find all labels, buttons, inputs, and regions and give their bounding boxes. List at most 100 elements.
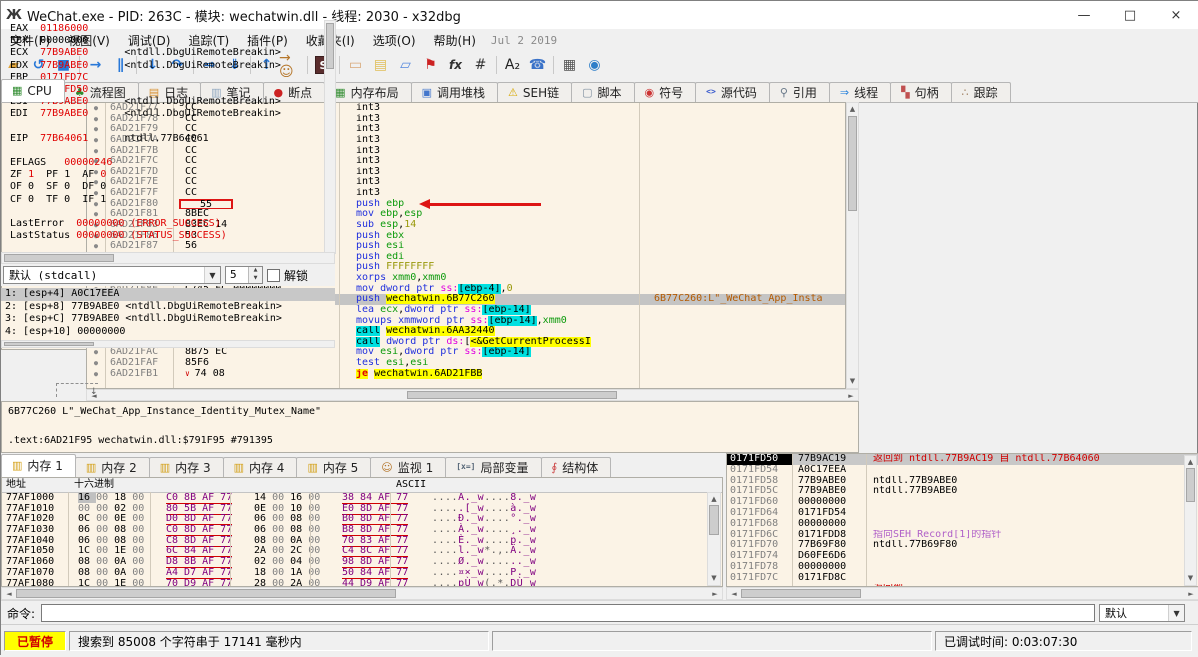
debuggee-notes-button[interactable]: ☎ <box>525 53 550 77</box>
dump-row[interactable]: 77AF1080 1C 00 1E 00 70 D9 AF 77 28 00 2A 0… <box>2 577 722 586</box>
tab-脚本[interactable]: ▢ 脚本 <box>571 82 635 102</box>
tab-内存 3[interactable]: ▥ 内存 3 <box>148 457 224 477</box>
tab-内存布局[interactable]: ▦ 内存布局 <box>324 82 412 102</box>
arguments-hscrollbar[interactable] <box>1 340 335 348</box>
register-row[interactable]: OF 0 SF 0 DF 0 <box>2 181 336 193</box>
scroll-down-icon[interactable]: ▼ <box>708 573 720 584</box>
comment-button[interactable]: ▤ <box>368 53 393 77</box>
scroll-thumb[interactable] <box>407 391 617 399</box>
globe-button[interactable]: ◉ <box>582 53 607 77</box>
command-script-select[interactable]: 默认 ▼ <box>1099 604 1186 622</box>
calculator-button[interactable]: ▦ <box>557 53 582 77</box>
register-row[interactable]: LastStatus 00000000 (STATUS_SUCCESS) <box>2 230 336 242</box>
spin-up-icon[interactable]: ▲ <box>249 267 262 275</box>
scroll-thumb[interactable] <box>4 254 114 262</box>
chevron-down-icon[interactable]: ▼ <box>204 267 220 283</box>
register-row[interactable]: EDI 77B9ABE0 <ntdll.DbgUiRemoteBreakin> <box>2 108 336 120</box>
register-row[interactable]: EFLAGS 00000246 <box>2 157 336 169</box>
tab-引用[interactable]: ⚲ 引用 <box>768 82 830 102</box>
tab-调用堆栈[interactable]: ▣ 调用堆栈 <box>410 82 499 102</box>
scroll-down-icon[interactable]: ▼ <box>1185 573 1196 584</box>
registers-vscrollbar[interactable] <box>324 20 336 254</box>
scroll-up-icon[interactable]: ▲ <box>1185 457 1196 468</box>
tab-结构体[interactable]: ∮ 结构体 <box>540 457 612 477</box>
register-row[interactable]: EDX 77B9ABE0 <ntdll.DbgUiRemoteBreakin> <box>2 60 336 72</box>
dump-hscrollbar[interactable]: ◄ ► <box>1 587 723 600</box>
scroll-thumb[interactable] <box>709 505 719 535</box>
registers-hscrollbar[interactable] <box>1 252 335 264</box>
scroll-right-icon[interactable]: ► <box>845 390 857 400</box>
tab-CPU[interactable]: ▦ CPU <box>1 79 65 102</box>
menu-item-7[interactable]: 选项(O) <box>364 30 425 51</box>
scroll-down-icon[interactable]: ▼ <box>847 376 858 387</box>
spin-down-icon[interactable]: ▼ <box>249 275 262 283</box>
tab-监视 1[interactable]: ☺ 监视 1 <box>370 457 447 477</box>
register-row[interactable]: EIP 77B64061 ntdll.77B64061 <box>2 133 336 145</box>
stack-pane[interactable]: 0171FD50 77B9AC19 返回到 ntdll.77B9AC19 自 ntd… <box>726 453 1198 587</box>
bookmark-button[interactable]: ⚑ <box>418 53 443 77</box>
scroll-thumb[interactable] <box>848 116 857 211</box>
register-row[interactable] <box>2 145 336 157</box>
register-row[interactable]: EAX 01186000 <box>2 23 336 35</box>
scroll-thumb[interactable] <box>16 589 396 598</box>
register-rows[interactable]: EAX 01186000 EBX 00000000 ECX 77B9ABE0 <nt… <box>2 20 336 257</box>
tab-局部变量[interactable]: [x=] 局部变量 <box>445 457 542 477</box>
scroll-left-icon[interactable]: ◄ <box>728 588 740 599</box>
register-row[interactable]: LastError 00000000 (ERROR_SUCCESS) <box>2 218 336 230</box>
scroll-thumb[interactable] <box>1186 468 1195 502</box>
scroll-thumb[interactable] <box>326 23 334 69</box>
scroll-right-icon[interactable]: ► <box>1185 588 1197 599</box>
stack-hscrollbar[interactable]: ◄ ► <box>726 587 1198 600</box>
scroll-up-icon[interactable]: ▲ <box>708 494 720 505</box>
tab-句柄[interactable]: ▚ 句柄 <box>890 82 952 102</box>
chevron-down-icon[interactable]: ▼ <box>1168 605 1185 621</box>
dump-vscrollbar[interactable]: ▲ ▼ <box>707 492 721 586</box>
strings-button[interactable]: A₂ <box>500 53 525 77</box>
scroll-right-icon[interactable]: ► <box>709 588 721 599</box>
scroll-thumb[interactable] <box>4 342 94 346</box>
call-arguments-list[interactable]: 1: [esp+4] A0C17EEA 2: [esp+8] 77B9ABE0 <… <box>1 288 335 340</box>
tab-内存 4[interactable]: ▥ 内存 4 <box>222 457 298 477</box>
label-button[interactable]: ▱ <box>393 53 418 77</box>
register-row[interactable]: EBX 00000000 <box>2 35 336 47</box>
scroll-up-icon[interactable]: ▲ <box>847 104 858 115</box>
register-row[interactable] <box>2 206 336 218</box>
stack-vscrollbar[interactable]: ▲ ▼ <box>1184 455 1197 586</box>
memory-dump-pane[interactable]: 地址 十六进制 ASCII 77AF1000 16 00 18 00 C0 8B A… <box>1 477 723 587</box>
stack-row[interactable]: 0171FD54 A0C17EEA <box>727 464 1198 476</box>
tab-源代码[interactable]: <> 源代码 <box>695 82 770 102</box>
register-row[interactable]: CF 0 TF 0 IF 1 <box>2 194 336 206</box>
minimize-icon[interactable]: — <box>1061 1 1107 29</box>
unlock-checkbox[interactable] <box>267 268 280 282</box>
stack-row[interactable]: 0171FD7C 0171FD8C <box>727 572 1198 584</box>
patch-button[interactable]: ▭ <box>343 53 368 77</box>
close-icon[interactable]: × <box>1153 1 1198 29</box>
tab-符号[interactable]: ◉ 符号 <box>633 82 697 102</box>
tab-线程[interactable]: ⇒ 线程 <box>828 82 892 102</box>
disasm-row[interactable]: ● 6AD21FAC 8B75 EC mov esi,dword ptr ss:[eb… <box>87 347 845 358</box>
tab-内存 1[interactable]: ▥ 内存 1 <box>1 454 76 477</box>
calling-convention-select[interactable]: 默认 (stdcall) ▼ <box>3 266 221 284</box>
function-button[interactable]: fx <box>443 53 468 77</box>
scroll-left-icon[interactable]: ◄ <box>3 588 15 599</box>
tab-SEH链[interactable]: ⚠ SEH链 <box>497 82 573 102</box>
tab-内存 5[interactable]: ▥ 内存 5 <box>296 457 372 477</box>
unlock-checkbox-group[interactable]: 解锁 <box>267 267 308 284</box>
argument-row[interactable]: 2: [esp+8] 77B9ABE0 <ntdll.DbgUiRemoteBr… <box>1 301 335 314</box>
argument-count-stepper[interactable]: 5 ▲ ▼ <box>225 266 263 284</box>
maximize-icon[interactable]: □ <box>1107 1 1153 29</box>
patches-hash-button[interactable]: # <box>468 53 493 77</box>
argument-row[interactable]: 1: [esp+4] A0C17EEA <box>1 288 335 301</box>
stack-row[interactable]: 0171FD68 00000000 <box>727 518 1198 530</box>
argument-row[interactable]: 3: [esp+C] 77B9ABE0 <ntdll.DbgUiRemoteBr… <box>1 313 335 326</box>
command-input[interactable] <box>41 604 1096 622</box>
tab-跟踪[interactable]: ∴ 跟踪 <box>950 82 1011 102</box>
disasm-row[interactable]: ● 6AD21FB1 ∨ 74 08 je wechatwin.6AD21FBB <box>87 368 845 380</box>
disasm-row[interactable]: ● 6AD21FAF 85F6 test esi,esi <box>87 357 845 369</box>
menu-item-8[interactable]: 帮助(H) <box>425 30 485 51</box>
register-row[interactable] <box>2 121 336 133</box>
register-row[interactable]: ZF 1 PF 1 AF 0 <box>2 169 336 181</box>
register-row[interactable]: ECX 77B9ABE0 <ntdll.DbgUiRemoteBreakin> <box>2 47 336 59</box>
scroll-thumb[interactable] <box>741 589 861 598</box>
disasm-hscrollbar[interactable]: ◄ ► <box>86 389 859 401</box>
